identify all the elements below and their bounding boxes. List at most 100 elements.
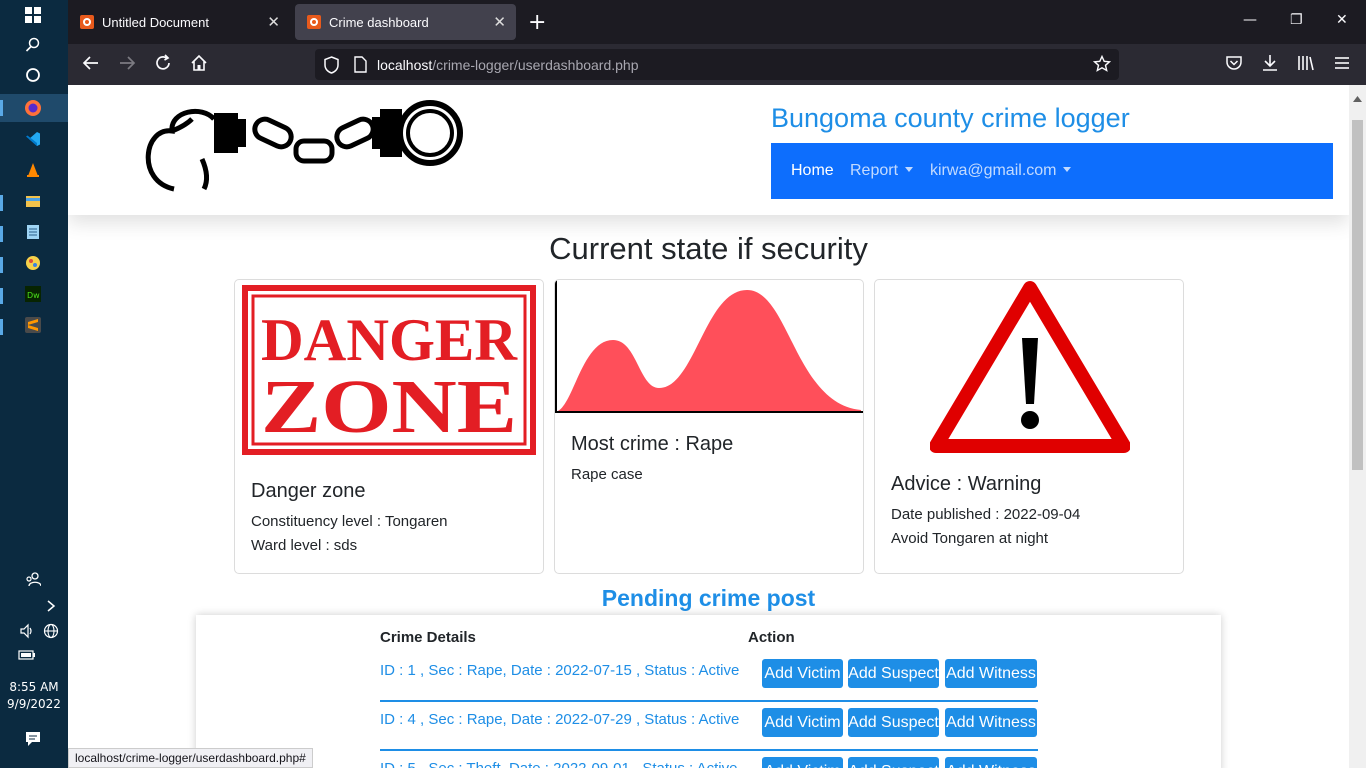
- tab-crime-dashboard[interactable]: Crime dashboard ✕: [295, 4, 516, 40]
- nav-report-dropdown[interactable]: Report: [850, 162, 914, 180]
- scrollbar-thumb[interactable]: [1352, 120, 1363, 470]
- link-status-bar: localhost/crime-logger/userdashboard.php…: [68, 748, 313, 768]
- table-row: ID : 4 , Sec : Rape, Date : 2022-07-29 ,…: [380, 702, 1038, 751]
- taskbar-running-indicator: [0, 257, 3, 273]
- add-victim-button[interactable]: Add Victim: [762, 659, 843, 688]
- tab-untitled-document[interactable]: Untitled Document ✕: [68, 4, 290, 40]
- site-title: Bungoma county crime logger: [771, 103, 1130, 133]
- site-navbar: Home Report kirwa@gmail.com: [771, 143, 1333, 199]
- home-icon[interactable]: [190, 54, 208, 77]
- task-view-icon[interactable]: [22, 64, 44, 86]
- search-icon[interactable]: [22, 34, 44, 56]
- danger-image-text-2: ZONE: [261, 365, 517, 449]
- add-suspect-button[interactable]: Add Suspect: [848, 659, 939, 688]
- minimize-icon[interactable]: —: [1243, 12, 1257, 28]
- table-row: ID : 1 , Sec : Rape, Date : 2022-07-15 ,…: [380, 653, 1038, 702]
- shield-icon[interactable]: [323, 56, 340, 79]
- url-text[interactable]: localhost/crime-logger/userdashboard.php: [377, 57, 639, 73]
- card-text-constituency: Constituency level : Tongaren: [251, 513, 448, 530]
- card-most-crime: Most crime : Rape Rape case: [554, 279, 864, 574]
- add-witness-button[interactable]: Add Witness: [945, 659, 1037, 688]
- card-text-case: Rape case: [571, 466, 643, 483]
- header-crime-details: Crime Details: [380, 629, 476, 646]
- crime-trend-image: [555, 280, 863, 419]
- sublime-text-icon[interactable]: [22, 314, 44, 336]
- page-info-icon[interactable]: [353, 56, 367, 78]
- notepad-icon[interactable]: [22, 221, 44, 243]
- nav-user-label: kirwa@gmail.com: [930, 162, 1057, 179]
- firefox-icon[interactable]: [22, 97, 44, 119]
- windows-start-icon[interactable]: [22, 4, 44, 26]
- add-witness-button[interactable]: Add Witness: [945, 757, 1037, 768]
- add-suspect-button[interactable]: Add Suspect: [848, 757, 939, 768]
- crime-details-link[interactable]: ID : 4 , Sec : Rape, Date : 2022-07-29 ,…: [380, 711, 739, 728]
- clock-date[interactable]: 9/9/2022: [0, 697, 68, 711]
- card-text-advice: Avoid Tongaren at night: [891, 530, 1049, 547]
- window-close-icon[interactable]: ✕: [1336, 12, 1348, 28]
- tab-title: Crime dashboard: [329, 14, 429, 30]
- back-arrow-icon[interactable]: [82, 54, 100, 77]
- nav-report-label: Report: [850, 162, 899, 179]
- card-advice: Advice : Warning Date published : 2022-0…: [874, 279, 1184, 574]
- table-row: ID : 5 , Sec : Theft, Date : 2022-09-01 …: [380, 751, 1038, 768]
- taskbar-running-indicator: [0, 195, 3, 211]
- card-title: Advice : Warning: [891, 473, 1042, 495]
- nav-user-dropdown[interactable]: kirwa@gmail.com: [930, 162, 1072, 180]
- add-victim-button[interactable]: Add Victim: [762, 757, 843, 768]
- menu-hamburger-icon[interactable]: [1333, 54, 1351, 77]
- vscode-icon[interactable]: [22, 128, 44, 150]
- page-scrollbar[interactable]: [1349, 85, 1366, 768]
- restore-icon[interactable]: ❐: [1290, 12, 1303, 28]
- forward-arrow-icon[interactable]: [118, 54, 136, 77]
- xampp-favicon-icon: [307, 15, 321, 29]
- file-explorer-icon[interactable]: [22, 190, 44, 212]
- pending-crime-panel: Crime Details Action ID : 1 , Sec : Rape…: [196, 615, 1221, 768]
- warning-sign-image: [929, 280, 1131, 461]
- page-heading: Current state if security: [549, 231, 868, 266]
- card-danger-zone: DANGER ZONE Danger zone Constituency lev…: [234, 279, 544, 574]
- page-viewport: Bungoma county crime logger Home Report …: [68, 85, 1366, 768]
- site-header: Bungoma county crime logger Home Report …: [68, 85, 1349, 215]
- pending-heading: Pending crime post: [601, 585, 816, 611]
- add-suspect-button[interactable]: Add Suspect: [848, 708, 939, 737]
- taskbar-running-indicator: [0, 319, 3, 335]
- network-globe-icon[interactable]: [40, 620, 62, 642]
- add-witness-button[interactable]: Add Witness: [945, 708, 1037, 737]
- address-bar[interactable]: localhost/crime-logger/userdashboard.php: [315, 49, 1119, 80]
- card-title: Most crime : Rape: [571, 433, 734, 455]
- handcuffs-logo: [144, 97, 468, 200]
- bookmark-star-icon[interactable]: [1092, 54, 1112, 78]
- people-icon[interactable]: [22, 568, 44, 590]
- add-victim-button[interactable]: Add Victim: [762, 708, 843, 737]
- battery-icon[interactable]: [16, 644, 38, 666]
- close-icon[interactable]: ✕: [267, 13, 280, 31]
- crime-details-link[interactable]: ID : 5 , Sec : Theft, Date : 2022-09-01 …: [380, 760, 737, 768]
- chevron-right-icon[interactable]: [40, 595, 62, 617]
- tab-title: Untitled Document: [102, 14, 209, 30]
- paint-icon[interactable]: [22, 252, 44, 274]
- new-tab-plus-icon[interactable]: +: [528, 10, 546, 35]
- clock-time[interactable]: 8:55 AM: [0, 680, 68, 694]
- windows-taskbar: Dw 8:55 AM 9/9/2022: [0, 0, 68, 768]
- downloads-icon[interactable]: [1261, 54, 1279, 77]
- nav-home[interactable]: Home: [791, 162, 834, 180]
- pocket-icon[interactable]: [1225, 54, 1243, 77]
- browser-toolbar: localhost/crime-logger/userdashboard.php: [68, 44, 1366, 85]
- header-action: Action: [748, 629, 795, 646]
- library-icon[interactable]: [1297, 54, 1315, 77]
- card-title: Danger zone: [251, 480, 366, 502]
- notification-icon[interactable]: [22, 728, 44, 750]
- volume-icon[interactable]: [16, 620, 38, 642]
- svg-text:Dw: Dw: [27, 291, 40, 300]
- dreamweaver-icon[interactable]: Dw: [22, 283, 44, 305]
- close-icon[interactable]: ✕: [493, 13, 506, 31]
- xampp-favicon-icon: [80, 15, 94, 29]
- tab-strip: Untitled Document ✕ Crime dashboard ✕ + …: [68, 0, 1366, 44]
- url-host: localhost: [377, 57, 433, 73]
- vlc-icon[interactable]: [22, 159, 44, 181]
- scroll-up-icon[interactable]: [1353, 89, 1362, 107]
- caret-down-icon: [905, 167, 914, 172]
- crime-details-link[interactable]: ID : 1 , Sec : Rape, Date : 2022-07-15 ,…: [380, 662, 739, 679]
- taskbar-running-indicator: [0, 226, 3, 242]
- reload-icon[interactable]: [154, 54, 172, 77]
